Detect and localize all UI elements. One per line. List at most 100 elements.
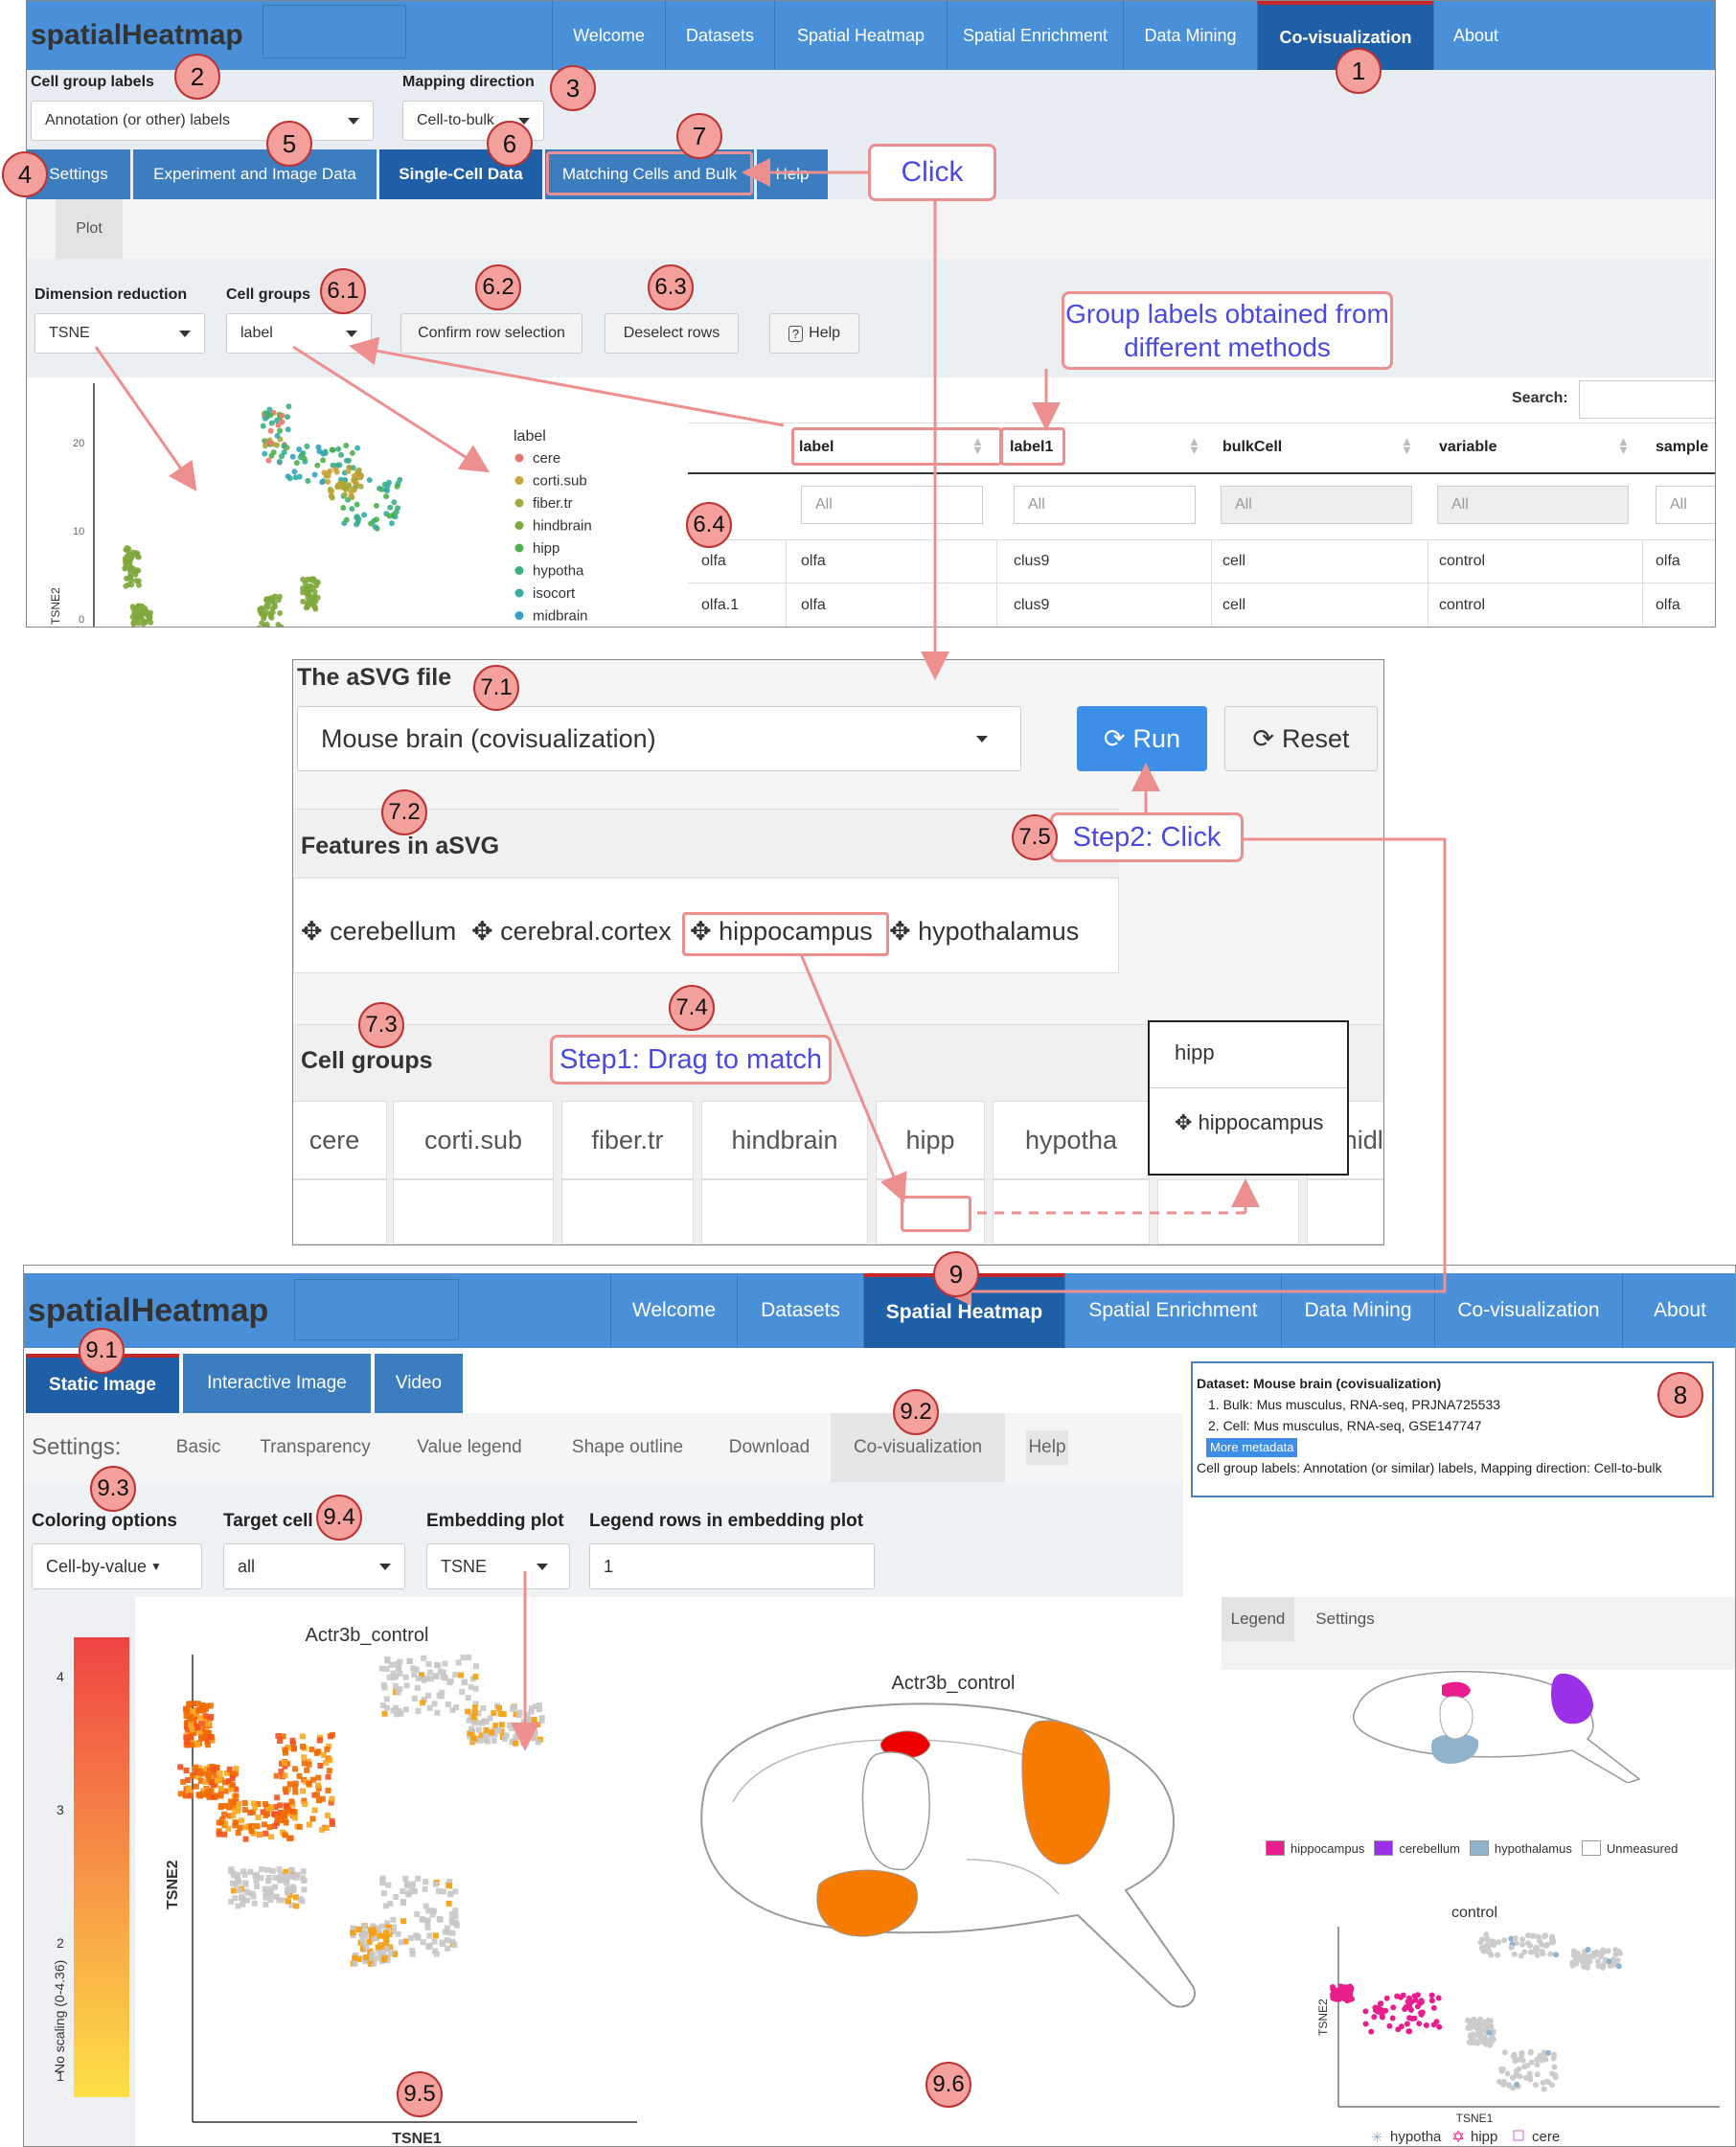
more-metadata-button[interactable]: More metadata: [1206, 1438, 1298, 1457]
target-cell-select[interactable]: all: [223, 1543, 405, 1589]
cell-group-hypotha[interactable]: hypotha: [993, 1101, 1150, 1179]
settings-tab-basic[interactable]: Basic: [164, 1413, 233, 1482]
table-row[interactable]: [688, 583, 1715, 627]
filter-sample[interactable]: All: [1656, 486, 1715, 524]
nav-co-visualization[interactable]: Co-visualization: [1434, 1273, 1622, 1348]
nav-data-mining[interactable]: Data Mining: [1281, 1273, 1434, 1348]
nav-welcome[interactable]: Welcome: [552, 1, 665, 70]
tab-video[interactable]: Video: [375, 1354, 463, 1413]
reset-button[interactable]: ⟳ Reset: [1224, 706, 1378, 771]
coloring-options-select[interactable]: Cell-by-value ▼: [32, 1543, 202, 1589]
embedding-point: [186, 1715, 193, 1722]
nav-spatial-enrichment[interactable]: Spatial Enrichment: [947, 1, 1123, 70]
badge-9-5: 9.5: [397, 2071, 443, 2117]
embedding-point: [276, 1866, 283, 1873]
nav-datasets[interactable]: Datasets: [737, 1273, 863, 1348]
drop-zone[interactable]: [561, 1179, 694, 1245]
drop-zone[interactable]: [1157, 1179, 1299, 1245]
nav-about[interactable]: About: [1622, 1273, 1735, 1348]
cell-group-hindbrain[interactable]: hindbrain: [701, 1101, 868, 1179]
deselect-rows-button[interactable]: Deselect rows: [605, 313, 739, 354]
legend-label: midbrain: [533, 608, 588, 625]
cell-group-corti-sub[interactable]: corti.sub: [393, 1101, 554, 1179]
nav-spatial-heatmap[interactable]: Spatial Heatmap: [774, 1, 947, 70]
cell-group-cere[interactable]: cere: [293, 1101, 387, 1179]
embedding-point: [437, 1668, 444, 1675]
mini-point: [1428, 1998, 1435, 2004]
feature-cerebral-cortex[interactable]: ✥ cerebral.cortex: [471, 917, 672, 947]
feature-cerebellum[interactable]: ✥ cerebellum: [301, 917, 456, 947]
legend-tab[interactable]: Legend: [1222, 1597, 1294, 1641]
subtab-experiment-image-data[interactable]: Experiment and Image Data: [133, 149, 377, 199]
col-header-sample[interactable]: sample: [1656, 439, 1708, 456]
plot-tab[interactable]: Plot: [56, 199, 123, 259]
drop-zone[interactable]: [993, 1179, 1150, 1245]
nav-datasets[interactable]: Datasets: [665, 1, 774, 70]
nav-welcome[interactable]: Welcome: [610, 1273, 737, 1348]
filter-variable[interactable]: All: [1437, 486, 1629, 524]
legend-label: corti.sub: [533, 473, 587, 490]
cell-group-hipp[interactable]: hipp: [876, 1101, 985, 1179]
settings-tab-help[interactable]: Help: [1026, 1430, 1068, 1465]
popup-hippocampus[interactable]: ✥ hippocampus: [1175, 1110, 1323, 1135]
settings-tab-shape-outline[interactable]: Shape outline: [560, 1413, 695, 1482]
sort-icon[interactable]: ▲ ▼: [1401, 435, 1413, 456]
col-header-variable[interactable]: variable: [1439, 439, 1496, 456]
step1-callout: Step1: Drag to match: [550, 1035, 832, 1085]
metadata-item: 1. Bulk: Mus musculus, RNA-seq, PRJNA725…: [1208, 1397, 1501, 1412]
embedding-point: [350, 1930, 356, 1936]
embedding-point: [187, 1793, 194, 1799]
embedding-point: [263, 1812, 269, 1818]
dim-reduction-select[interactable]: TSNE: [34, 313, 205, 354]
feature-hypothalamus[interactable]: ✥ hypothalamus: [889, 917, 1079, 947]
embedding-point: [452, 1672, 459, 1679]
sort-icon[interactable]: ▲ ▼: [1188, 435, 1200, 456]
drop-zone[interactable]: [393, 1179, 554, 1245]
nav-about[interactable]: About: [1433, 1, 1518, 70]
confirm-row-selection-button[interactable]: Confirm row selection: [400, 313, 582, 354]
settings-tab-value-legend[interactable]: Value legend: [407, 1413, 532, 1482]
embedding-plot-select[interactable]: TSNE: [426, 1543, 570, 1589]
settings-tab-download[interactable]: Download: [720, 1413, 819, 1482]
legend-title: label: [514, 428, 546, 445]
run-button[interactable]: ⟳ Run: [1077, 706, 1207, 771]
tissue-legend-item: hippocampus: [1266, 1840, 1364, 1856]
cell-group-fiber-tr[interactable]: fiber.tr: [561, 1101, 694, 1179]
embedding-point: [183, 1734, 190, 1741]
mini-point: [1606, 1958, 1612, 1965]
settings-tab-transparency[interactable]: Transparency: [250, 1413, 380, 1482]
search-input[interactable]: [1579, 380, 1715, 419]
settings-tab[interactable]: Settings: [1304, 1597, 1386, 1641]
scatter-point: [338, 451, 344, 458]
embedding-point: [446, 1883, 452, 1889]
table-row[interactable]: [688, 539, 1715, 583]
col-header-bulkcell[interactable]: bulkCell: [1222, 439, 1282, 456]
tab-interactive-image[interactable]: Interactive Image: [183, 1354, 371, 1413]
cell-groups-select[interactable]: label: [226, 313, 372, 354]
filter-label[interactable]: All: [801, 486, 983, 524]
filter-bulkcell[interactable]: All: [1221, 486, 1412, 524]
scatter-point: [391, 499, 398, 506]
embedding-point: [264, 1866, 271, 1873]
scatter-point: [304, 443, 310, 449]
embedding-point: [193, 1783, 199, 1790]
drop-zone[interactable]: [701, 1179, 868, 1245]
scatter-point: [325, 479, 331, 485]
drop-zone[interactable]: [1307, 1179, 1383, 1245]
mini-point: [1389, 2015, 1396, 2021]
mini-point: [1545, 2049, 1551, 2056]
sort-icon[interactable]: ▲ ▼: [1617, 435, 1630, 456]
filter-label1[interactable]: All: [1014, 486, 1196, 524]
drop-zone[interactable]: [293, 1179, 387, 1245]
legend-label: Unmeasured: [1606, 1840, 1679, 1856]
embedding-point: [447, 1678, 454, 1684]
scatter-point: [277, 427, 283, 434]
legend-rows-input[interactable]: 1: [589, 1543, 875, 1589]
nav-data-mining[interactable]: Data Mining: [1123, 1, 1257, 70]
asvg-select[interactable]: Mouse brain (covisualization): [297, 706, 1021, 771]
subtab-help[interactable]: Help: [757, 149, 828, 199]
help-button[interactable]: ? Help: [769, 313, 859, 354]
cell-group-labels-select[interactable]: Annotation (or other) labels: [31, 101, 374, 141]
nav-spatial-enrichment[interactable]: Spatial Enrichment: [1064, 1273, 1281, 1348]
badge-5: 5: [266, 121, 312, 167]
